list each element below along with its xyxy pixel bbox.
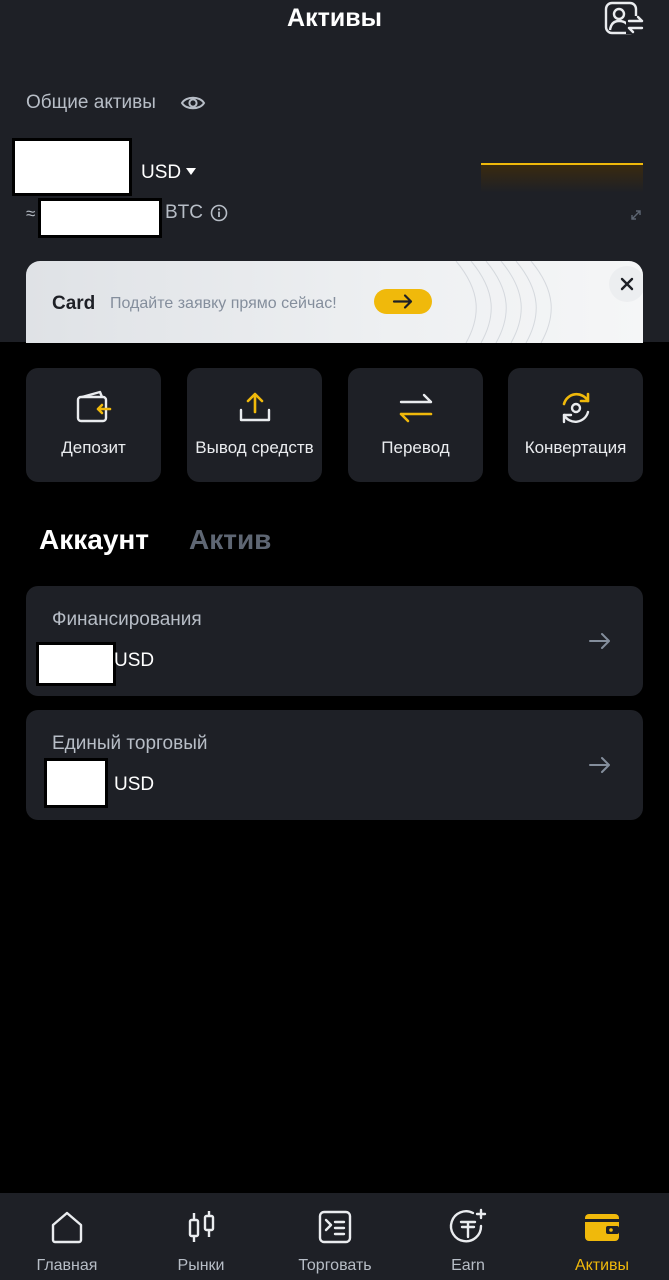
account-funding[interactable]: Финансирования USD <box>26 586 643 696</box>
convert-icon <box>554 386 598 430</box>
bottom-navigation: Главная Рынки Торговать Earn Активы <box>0 1193 669 1280</box>
card-promo-banner[interactable]: Card Подайте заявку прямо сейчас! <box>26 261 643 343</box>
total-assets-label: Общие активы <box>26 92 156 113</box>
banner-text: Подайте заявку прямо сейчас! <box>110 295 337 312</box>
arrow-right-icon <box>587 628 613 654</box>
nav-label: Активы <box>574 1257 630 1274</box>
withdraw-icon <box>233 386 277 430</box>
account-balance-redacted <box>36 642 116 686</box>
expand-icon[interactable] <box>629 208 643 222</box>
balance-sparkline <box>481 163 643 193</box>
account-name: Финансирования <box>52 609 202 630</box>
account-balance-redacted <box>44 758 108 808</box>
deposit-button[interactable]: Депозит <box>26 368 161 482</box>
transfer-icon <box>394 386 438 430</box>
deposit-label: Депозит <box>61 438 126 457</box>
nav-earn[interactable]: Earn <box>401 1193 535 1280</box>
nav-markets[interactable]: Рынки <box>134 1193 268 1280</box>
page-title: Активы <box>287 4 382 32</box>
markets-icon <box>181 1207 221 1247</box>
nav-label: Торговать <box>298 1257 372 1274</box>
convert-button[interactable]: Конвертация <box>508 368 643 482</box>
quick-actions: Депозит Вывод средств Перевод Конвертаци… <box>26 368 643 482</box>
info-icon[interactable] <box>210 204 228 222</box>
banner-title: Card <box>52 293 96 314</box>
arrow-right-icon <box>587 752 613 778</box>
account-name: Единый торговый <box>52 733 208 754</box>
total-balance-redacted <box>12 138 132 196</box>
nav-label: Главная <box>36 1257 98 1274</box>
transfer-label: Перевод <box>381 438 450 457</box>
tab-account[interactable]: Аккаунт <box>39 524 149 556</box>
convert-label: Конвертация <box>524 438 627 457</box>
profile-switch-icon[interactable] <box>602 0 646 38</box>
btc-unit: BTC <box>165 202 203 223</box>
account-unified-trading[interactable]: Единый торговый USD <box>26 710 643 820</box>
approx-symbol: ≈ <box>26 204 36 223</box>
close-icon[interactable] <box>609 266 643 302</box>
wallet-icon <box>582 1207 622 1247</box>
withdraw-button[interactable]: Вывод средств <box>187 368 322 482</box>
caret-down-icon <box>186 168 197 175</box>
account-currency: USD <box>114 650 155 671</box>
nav-label: Earn <box>451 1257 485 1274</box>
assets-overview: Активы Общие активы USD ≈ BTC Card Подай… <box>0 0 669 343</box>
nav-assets[interactable]: Активы <box>535 1193 669 1280</box>
currency-selector[interactable]: USD <box>141 162 197 184</box>
withdraw-label: Вывод средств <box>195 438 314 457</box>
deposit-icon <box>72 386 116 430</box>
account-currency: USD <box>114 774 155 795</box>
arrow-right-icon[interactable] <box>374 289 432 314</box>
nav-trade[interactable]: Торговать <box>268 1193 402 1280</box>
btc-balance-redacted <box>38 198 162 238</box>
transfer-button[interactable]: Перевод <box>348 368 483 482</box>
nav-label: Рынки <box>177 1257 225 1274</box>
nav-home[interactable]: Главная <box>0 1193 134 1280</box>
trade-icon <box>315 1207 355 1247</box>
home-icon <box>47 1207 87 1247</box>
tab-asset[interactable]: Актив <box>189 524 271 556</box>
eye-icon[interactable] <box>180 90 206 116</box>
earn-icon <box>448 1207 488 1247</box>
currency-label: USD <box>141 162 182 183</box>
